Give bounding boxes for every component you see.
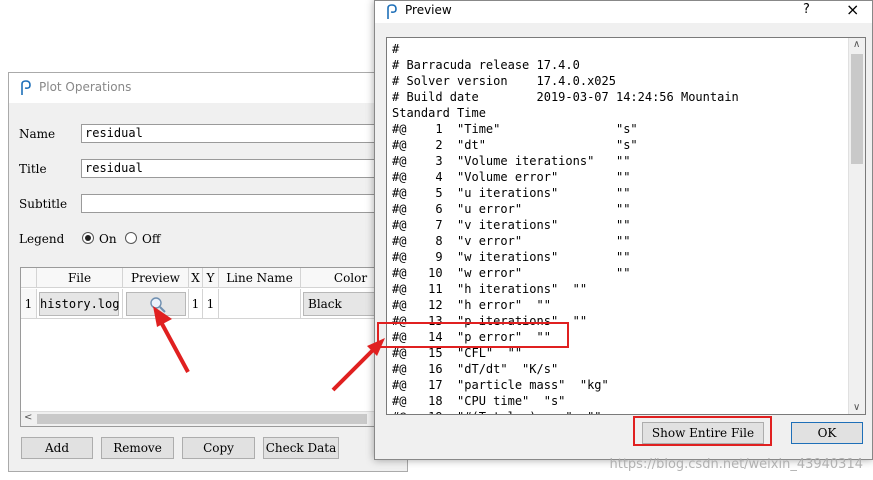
preview-line: #@ 16 "dT/dt" "K/s" (392, 362, 559, 376)
app-logo-icon (387, 4, 397, 19)
column-header-x[interactable]: X (189, 268, 203, 288)
title-label: Title (19, 162, 47, 176)
close-icon[interactable]: × (846, 0, 859, 19)
column-header-file[interactable]: File (37, 268, 123, 288)
subtitle-field[interactable] (81, 194, 411, 213)
preview-line: #@ 7 "v iterations" "" (392, 218, 631, 232)
plot-window-title: Plot Operations (39, 80, 132, 94)
preview-line: #@ 6 "u error" "" (392, 202, 631, 216)
preview-button[interactable] (126, 292, 186, 316)
check-data-button[interactable]: Check Data (263, 437, 339, 459)
preview-line: #@ 19 "#(Total w) " "" (392, 409, 739, 414)
legend-label: Legend (19, 232, 65, 246)
help-button[interactable]: ? (803, 2, 810, 17)
legend-on-label: On (99, 232, 117, 246)
y-cell[interactable]: 1 (203, 289, 219, 319)
preview-line: #@ 4 "Volume error" "" (392, 170, 631, 184)
preview-vertical-scrollbar[interactable]: ∧ ∨ (848, 38, 865, 414)
remove-button[interactable]: Remove (101, 437, 174, 459)
preview-line: # Solver version 17.4.0.x025 (392, 74, 616, 88)
column-header-line-name[interactable]: Line Name (219, 268, 301, 288)
preview-title: Preview (405, 3, 452, 17)
table-corner (21, 268, 37, 288)
name-label: Name (19, 127, 56, 141)
plot-operations-window: Plot Operations Name residual Title resi… (8, 72, 411, 472)
plot-lines-table: File Preview X Y Line Name Color 1 histo… (20, 267, 401, 427)
preview-line: Standard Time (392, 106, 486, 120)
preview-line: #@ 3 "Volume iterations" "" (392, 154, 631, 168)
preview-line: #@ 8 "v error" "" (392, 234, 631, 248)
row-index: 1 (21, 289, 37, 319)
copy-button[interactable]: Copy (182, 437, 255, 459)
scroll-left-icon[interactable]: < (24, 412, 32, 423)
app-logo-icon (21, 80, 31, 95)
scroll-down-icon[interactable]: ∨ (853, 402, 860, 413)
preview-line: #@ 5 "u iterations" "" (392, 186, 631, 200)
preview-line: #@ 9 "w iterations" "" (392, 250, 631, 264)
preview-line: # (392, 42, 400, 56)
line-name-cell[interactable] (219, 289, 301, 319)
column-header-y[interactable]: Y (203, 268, 219, 288)
title-field[interactable]: residual (81, 159, 411, 178)
preview-cell (123, 289, 189, 319)
table-horizontal-scrollbar[interactable]: < > (21, 411, 399, 426)
preview-line: # Barracuda release 17.4.0 (392, 58, 580, 72)
name-field[interactable]: residual (81, 124, 411, 143)
preview-line: #@ 17 "particle mass" "kg" (392, 378, 609, 392)
preview-dialog: Preview ? × # # Barracuda release 17.4.0 #… (374, 0, 873, 460)
add-button[interactable]: Add (21, 437, 93, 459)
preview-line: #@ 10 "w error" "" (392, 266, 631, 280)
preview-line: #@ 1 "Time" "s" (392, 122, 638, 136)
highlight-p-error-box (377, 322, 569, 348)
preview-line: # Build date 2019-03-07 14:24:56 Mountai… (392, 90, 739, 104)
ok-button[interactable]: OK (791, 422, 863, 444)
preview-line: #@ 2 "dt" "s" (392, 138, 638, 152)
highlight-show-entire-file-box (633, 416, 772, 446)
column-header-preview[interactable]: Preview (123, 268, 189, 288)
subtitle-label: Subtitle (19, 197, 68, 211)
file-preview-text[interactable]: # # Barracuda release 17.4.0 # Solver vers… (386, 37, 866, 415)
preview-line: #@ 18 "CPU time" "s" (392, 394, 566, 408)
preview-lines: # # Barracuda release 17.4.0 # Solver vers… (392, 41, 739, 414)
watermark-text: https://blog.csdn.net/weixin_43940314 (609, 457, 863, 472)
legend-off-label: Off (142, 232, 161, 246)
table-scroll-thumb[interactable] (37, 414, 367, 424)
preview-line: #@ 11 "h iterations" "" (392, 282, 588, 296)
preview-line: #@ 12 "h error" "" (392, 298, 551, 312)
file-cell-value[interactable]: history.log (39, 292, 119, 316)
plot-window-titlebar: Plot Operations (9, 73, 407, 103)
x-cell[interactable]: 1 (189, 289, 203, 319)
file-cell[interactable]: history.log (37, 289, 123, 319)
preview-scroll-thumb[interactable] (851, 54, 863, 164)
legend-on-radio[interactable] (82, 232, 94, 244)
magnifier-icon (150, 297, 166, 313)
preview-titlebar: Preview ? × (375, 0, 872, 23)
legend-off-radio[interactable] (125, 232, 137, 244)
scroll-up-icon[interactable]: ∧ (853, 39, 860, 50)
